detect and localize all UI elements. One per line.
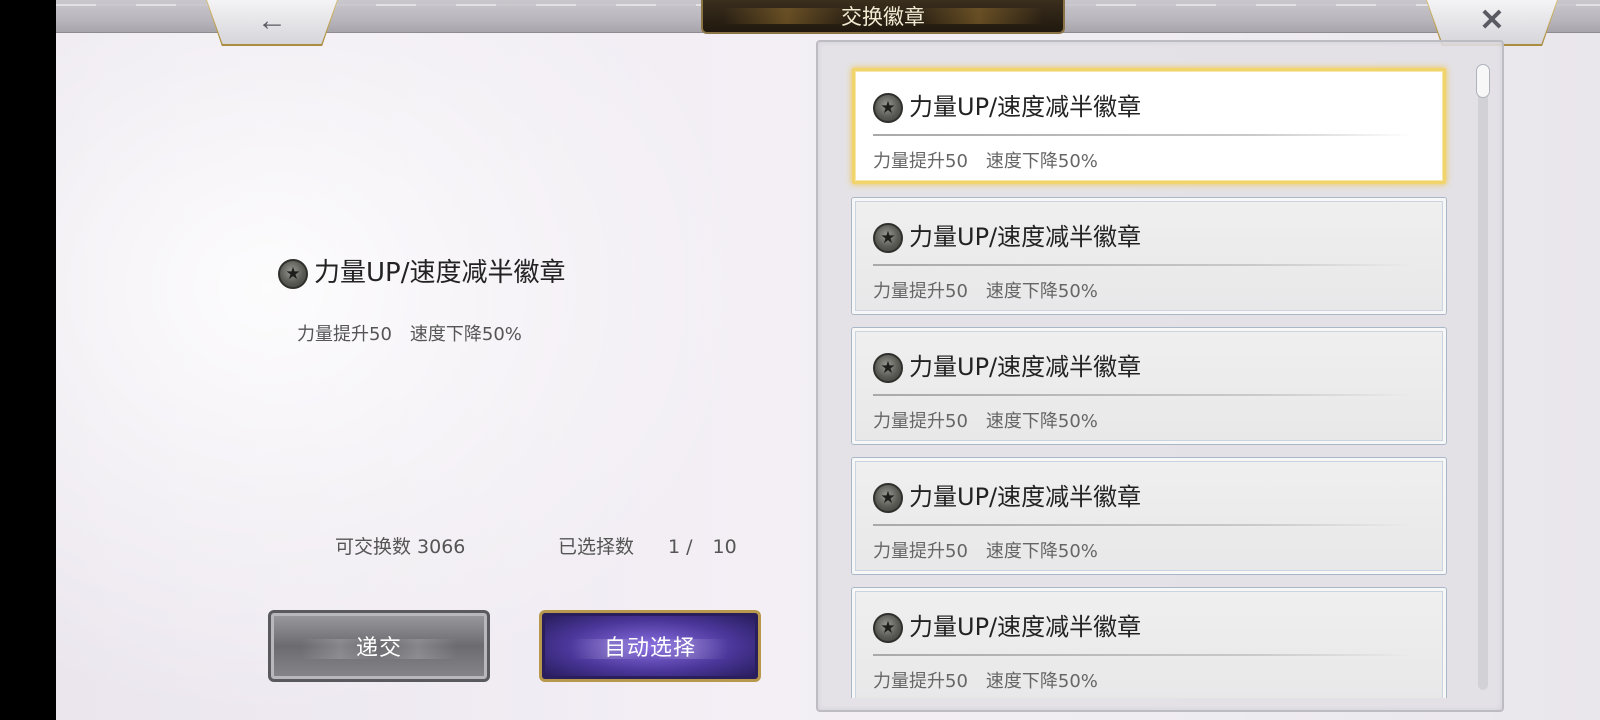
star-badge-icon	[873, 353, 903, 383]
badge-item-desc: 力量提升50 速度下降50%	[873, 281, 1098, 302]
badge-list[interactable]: 力量UP/速度减半徽章 力量提升50 速度下降50% 力量UP/速度减半徽章 力…	[818, 42, 1502, 698]
title-plate: 交换徽章	[701, 0, 1065, 34]
badge-item-name: 力量UP/速度减半徽章	[909, 483, 1142, 511]
badge-list-item[interactable]: 力量UP/速度减半徽章 力量提升50 速度下降50%	[852, 458, 1446, 574]
badge-item-title: 力量UP/速度减半徽章	[873, 477, 1141, 513]
selected-count-value: 1 /	[668, 536, 693, 558]
scrollbar-thumb[interactable]	[1476, 64, 1490, 98]
page-title: 交换徽章	[841, 5, 925, 29]
submit-button[interactable]: 递交	[268, 610, 490, 682]
auto-select-button-label: 自动选择	[603, 635, 696, 660]
close-button[interactable]: ✕	[1427, 0, 1557, 44]
badge-item-desc: 力量提升50 速度下降50%	[873, 411, 1098, 432]
star-badge-icon	[873, 93, 903, 123]
badge-item-desc: 力量提升50 速度下降50%	[873, 541, 1098, 562]
divider	[873, 394, 1413, 396]
badge-item-title: 力量UP/速度减半徽章	[873, 607, 1141, 643]
selected-badge-desc: 力量提升50 速度下降50%	[297, 324, 522, 345]
exchangeable-count: 可交换数 3066	[335, 536, 466, 558]
star-badge-icon	[873, 613, 903, 643]
badge-list-item[interactable]: 力量UP/速度减半徽章 力量提升50 速度下降50%	[852, 68, 1446, 184]
badge-item-title: 力量UP/速度减半徽章	[873, 217, 1141, 253]
badge-item-name: 力量UP/速度减半徽章	[909, 223, 1142, 251]
auto-select-button[interactable]: 自动选择	[539, 610, 761, 682]
badge-item-desc: 力量提升50 速度下降50%	[873, 151, 1098, 172]
badge-list-item[interactable]: 力量UP/速度减半徽章 力量提升50 速度下降50%	[852, 588, 1446, 698]
star-badge-icon	[278, 258, 308, 289]
badge-item-title: 力量UP/速度减半徽章	[873, 347, 1141, 383]
back-button[interactable]: ←	[207, 0, 337, 44]
selected-count-label: 已选择数	[558, 536, 635, 558]
divider	[873, 524, 1413, 526]
badge-item-name: 力量UP/速度减半徽章	[909, 93, 1142, 121]
list-scrollbar[interactable]	[1476, 64, 1490, 690]
divider	[873, 264, 1413, 266]
selected-count-max: 10	[712, 536, 737, 558]
badge-list-item[interactable]: 力量UP/速度减半徽章 力量提升50 速度下降50%	[852, 198, 1446, 314]
selected-badge-title: 力量UP/速度减半徽章	[278, 252, 565, 289]
badge-list-item[interactable]: 力量UP/速度减半徽章 力量提升50 速度下降50%	[852, 328, 1446, 444]
badge-item-name: 力量UP/速度减半徽章	[909, 613, 1142, 641]
divider	[873, 654, 1413, 656]
back-arrow-icon: ←	[257, 4, 287, 37]
badge-item-name: 力量UP/速度减半徽章	[909, 353, 1142, 381]
badge-item-title: 力量UP/速度减半徽章	[873, 87, 1141, 123]
game-screen: ← 交换徽章 ✕ 力量UP/速度减半徽章 力量提升50 速度下降50% 可交换数…	[56, 0, 1600, 720]
selected-badge-name: 力量UP/速度减半徽章	[314, 258, 566, 288]
selected-count: 已选择数 1 / 10	[558, 532, 737, 559]
star-badge-icon	[873, 223, 903, 253]
badge-item-desc: 力量提升50 速度下降50%	[873, 671, 1098, 692]
badge-list-panel[interactable]: 力量UP/速度减半徽章 力量提升50 速度下降50% 力量UP/速度减半徽章 力…	[816, 40, 1504, 712]
star-badge-icon	[873, 483, 903, 513]
divider	[873, 134, 1413, 136]
submit-button-label: 递交	[355, 635, 402, 660]
close-icon: ✕	[1479, 4, 1505, 37]
